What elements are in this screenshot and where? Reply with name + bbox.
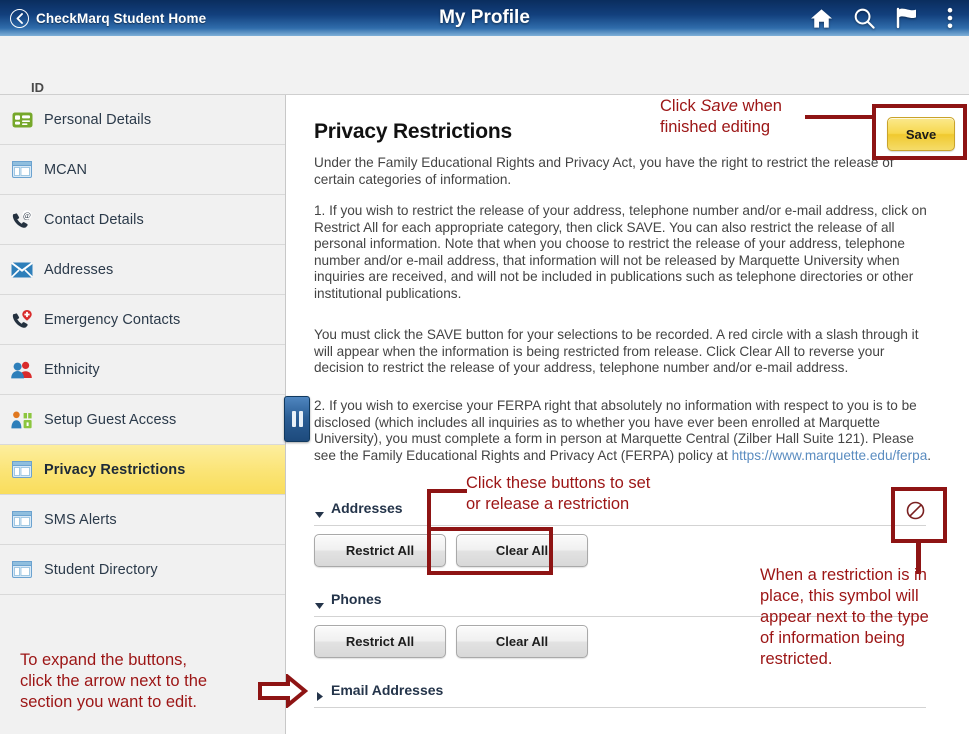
sidebar-item-emergency-contacts[interactable]: Emergency Contacts: [0, 295, 285, 345]
phones-button-row: Restrict All Clear All: [314, 625, 588, 658]
chevron-down-icon[interactable]: [314, 507, 325, 518]
right-arrow-callout-icon: [258, 672, 309, 710]
top-icon-group: [808, 0, 963, 36]
annotation-leader-buttons-horizontal: [427, 489, 467, 493]
flag-icon[interactable]: [894, 5, 920, 31]
annotation-text-symbol: When a restriction is in place, this sym…: [760, 566, 929, 668]
search-icon[interactable]: [851, 5, 877, 31]
sidebar-item-setup-guest-access[interactable]: Setup Guest Access: [0, 395, 285, 445]
svg-text:@: @: [23, 210, 31, 220]
sidebar-item-label: Personal Details: [44, 111, 152, 128]
section-divider: [314, 525, 926, 526]
top-navigation-bar: CheckMarq Student Home My Profile: [0, 0, 969, 36]
home-icon[interactable]: [808, 5, 834, 31]
sidebar-item-label: MCAN: [44, 161, 88, 178]
id-label: ID: [31, 80, 44, 95]
sidebar-item-label: Contact Details: [44, 211, 144, 228]
window-icon: [11, 559, 33, 581]
chevron-down-icon[interactable]: [314, 598, 325, 609]
section-title: Addresses: [331, 500, 403, 516]
sidebar-navigation: Personal Details MCAN @ Contact Details …: [0, 95, 286, 734]
contact-card-icon: [11, 109, 33, 131]
annotation-leader-buttons-vertical: [427, 489, 431, 531]
section-title: Email Addresses: [331, 682, 444, 698]
sidebar-item-label: Setup Guest Access: [44, 411, 177, 428]
window-icon: [11, 509, 33, 531]
instructions-paragraph-1: 1. If you wish to restrict the release o…: [314, 203, 927, 301]
annotation-text-save: Click Save when finished editing: [660, 96, 782, 138]
annotation-text-expand: To expand the buttons, click the arrow n…: [20, 651, 208, 711]
id-bar: ID 001234567: [0, 36, 969, 115]
sidebar-item-label: Emergency Contacts: [44, 311, 181, 328]
sidebar-item-personal-details[interactable]: Personal Details: [0, 95, 285, 145]
section-divider: [314, 707, 926, 708]
sidebar-item-sms-alerts[interactable]: SMS Alerts: [0, 495, 285, 545]
pause-bar-right-icon: [298, 411, 303, 427]
sidebar-item-label: Student Directory: [44, 561, 158, 578]
sidebar-item-label: Addresses: [44, 261, 114, 278]
phone-emergency-icon: [11, 309, 33, 331]
person-lock-icon: [11, 409, 33, 431]
people-icon: [11, 359, 33, 381]
section-title: Phones: [331, 591, 382, 607]
instructions-paragraph-2: 2. If you wish to exercise your FERPA ri…: [314, 398, 935, 464]
annotation-box-save: [872, 104, 967, 160]
sidebar-item-label: SMS Alerts: [44, 511, 117, 528]
sidebar-item-label: Ethnicity: [44, 361, 100, 378]
sidebar-item-student-directory[interactable]: Student Directory: [0, 545, 285, 595]
sidebar-item-label: Privacy Restrictions: [44, 461, 186, 478]
sidebar-item-mcan[interactable]: MCAN: [0, 145, 285, 195]
annotation-leader-save: [805, 115, 875, 119]
sidebar-item-contact-details[interactable]: @ Contact Details: [0, 195, 285, 245]
sidebar-item-privacy-restrictions[interactable]: Privacy Restrictions: [0, 445, 285, 495]
clear-all-phones-button[interactable]: Clear All: [456, 625, 588, 658]
annotation-save-line2: finished editing: [660, 118, 771, 136]
back-arrow-icon: [10, 8, 29, 28]
ferpa-text-after: .: [927, 447, 932, 463]
annotation-box-symbol: [891, 487, 947, 543]
restrict-all-phones-button[interactable]: Restrict All: [314, 625, 446, 658]
ferpa-policy-link[interactable]: https://www.marquette.edu/ferpa: [732, 448, 928, 463]
sidebar-item-ethnicity[interactable]: Ethnicity: [0, 345, 285, 395]
envelope-icon: [11, 259, 33, 281]
back-label: CheckMarq Student Home: [36, 10, 207, 26]
annotation-save-part2: when: [737, 97, 782, 115]
save-notice-paragraph: You must click the SAVE button for your …: [314, 327, 919, 376]
chevron-right-icon[interactable]: [314, 689, 325, 701]
window-icon: [11, 459, 33, 481]
sidebar-item-addresses[interactable]: Addresses: [0, 245, 285, 295]
section-header-email-addresses[interactable]: Email Addresses: [314, 682, 926, 708]
annotation-save-emphasis: Save: [700, 97, 738, 115]
back-to-student-home-button[interactable]: CheckMarq Student Home: [10, 8, 207, 28]
annotation-text-buttons: Click these buttons to set or release a …: [466, 474, 651, 513]
pause-bar-left-icon: [291, 411, 296, 427]
kebab-menu-icon[interactable]: [937, 5, 963, 31]
window-icon: [11, 159, 33, 181]
page-title: Privacy Restrictions: [314, 120, 512, 143]
annotation-box-buttons: [427, 527, 553, 575]
annotation-save-part1: Click: [660, 97, 701, 115]
intro-paragraph: Under the Family Educational Rights and …: [314, 155, 894, 187]
sidebar-collapse-handle[interactable]: [284, 396, 310, 442]
app-window: CheckMarq Student Home My Profile ID Per…: [0, 0, 969, 734]
phone-at-icon: @: [11, 209, 33, 231]
